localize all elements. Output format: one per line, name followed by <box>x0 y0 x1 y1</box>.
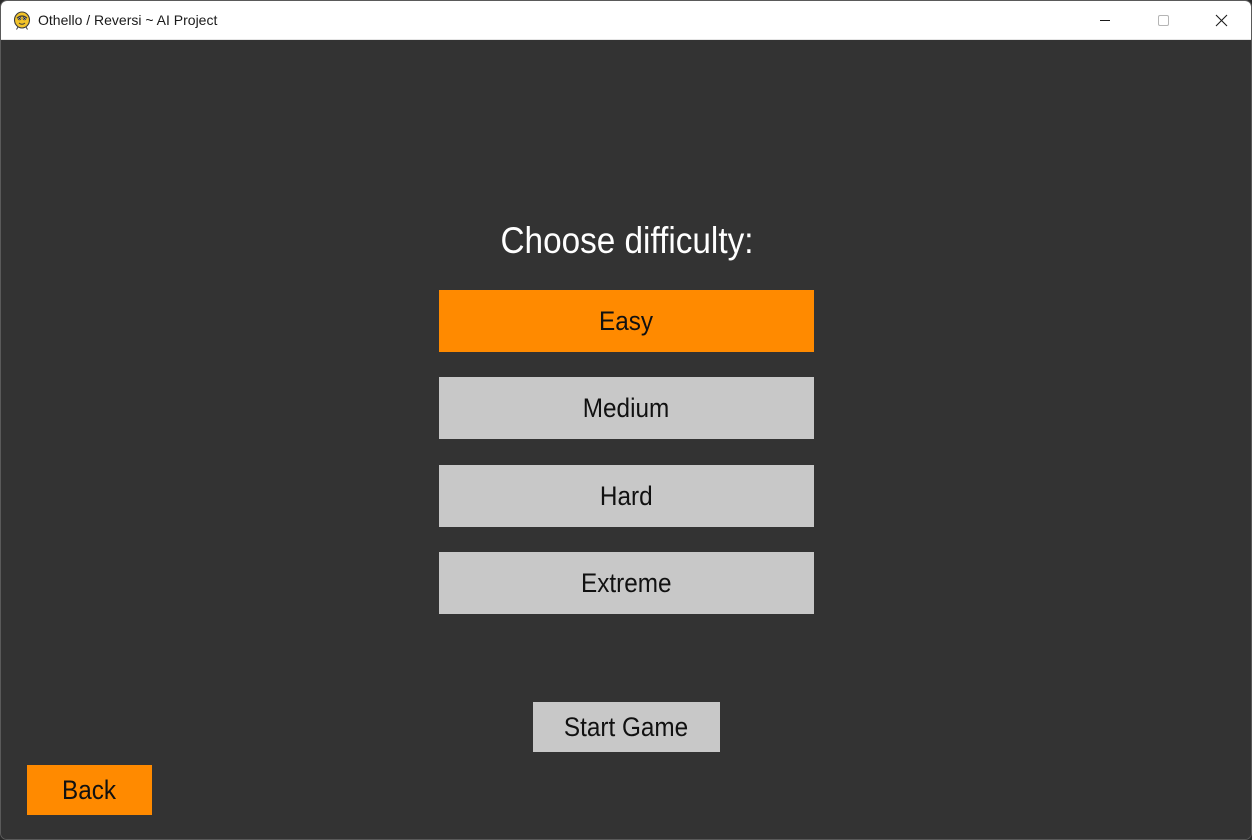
maximize-icon <box>1158 15 1169 26</box>
back-label: Back <box>62 775 117 805</box>
close-icon <box>1215 14 1228 27</box>
start-game-button[interactable]: Start Game <box>533 702 720 752</box>
difficulty-medium-button[interactable]: Medium <box>439 377 814 439</box>
difficulty-medium-label: Medium <box>583 393 670 423</box>
game-menu-screen: Choose difficulty: Easy Medium Hard Extr… <box>1 40 1251 839</box>
back-button[interactable]: Back <box>27 765 152 815</box>
minimize-button[interactable] <box>1076 1 1134 39</box>
start-game-label: Start Game <box>564 712 689 742</box>
difficulty-easy-button[interactable]: Easy <box>439 290 814 352</box>
close-button[interactable] <box>1192 1 1250 39</box>
app-window: Othello / Reversi ~ AI Project Choose di… <box>0 0 1252 840</box>
title-bar[interactable]: Othello / Reversi ~ AI Project <box>1 1 1251 40</box>
difficulty-hard-label: Hard <box>600 481 653 511</box>
difficulty-extreme-label: Extreme <box>581 568 672 598</box>
difficulty-easy-label: Easy <box>599 306 654 336</box>
python-snake-icon <box>12 10 32 30</box>
difficulty-heading: Choose difficulty: <box>500 220 754 261</box>
difficulty-hard-button[interactable]: Hard <box>439 465 814 527</box>
maximize-button[interactable] <box>1134 1 1192 39</box>
window-title: Othello / Reversi ~ AI Project <box>38 12 218 28</box>
minimize-icon <box>1100 20 1110 21</box>
difficulty-extreme-button[interactable]: Extreme <box>439 552 814 614</box>
